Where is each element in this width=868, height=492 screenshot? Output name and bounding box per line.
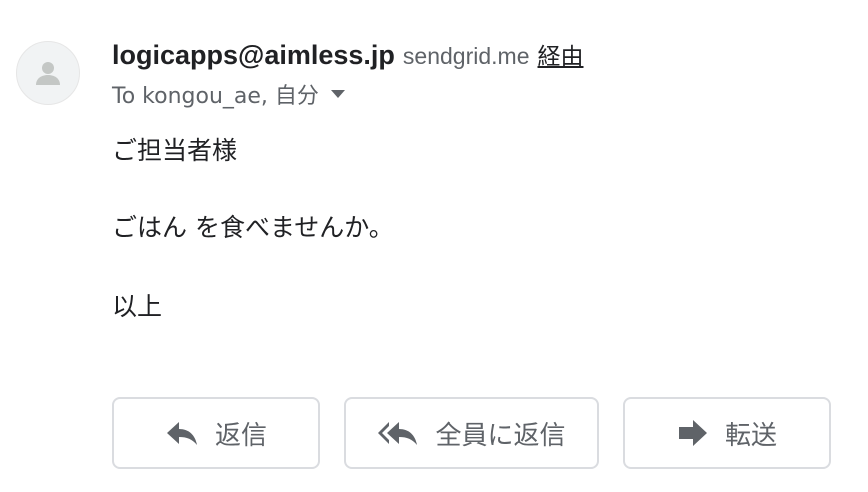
reply-button[interactable]: 返信 (112, 397, 320, 469)
forward-label: 転送 (724, 420, 777, 451)
reply-label: 返信 (214, 420, 267, 451)
reply-all-button[interactable]: 全員に返信 (344, 397, 599, 469)
message-closing: 以上 (112, 292, 163, 321)
recipient-details-toggle[interactable]: To kongou_ae, 自分 (112, 78, 345, 110)
caret-down-icon (330, 90, 345, 98)
message-greeting: ご担当者様 (112, 136, 238, 165)
sender-via-domain: sendgrid.me (402, 43, 530, 69)
reply-arrow-icon (165, 420, 199, 446)
reply-all-arrow-icon (377, 420, 419, 446)
sender-avatar[interactable] (16, 41, 80, 105)
message-content: ごはん を食べませんか。 (112, 213, 394, 242)
via-info-link[interactable]: 経由 (538, 37, 584, 71)
forward-button[interactable]: 転送 (623, 397, 831, 469)
person-icon (36, 62, 60, 85)
reply-all-label: 全員に返信 (435, 420, 566, 451)
forward-arrow-icon (677, 419, 709, 447)
recipient-text: To kongou_ae, 自分 (112, 84, 319, 109)
sender-email[interactable]: logicapps@aimless.jp (112, 40, 395, 71)
sender-line: logicapps@aimless.jp sendgrid.me 経由 (112, 37, 584, 73)
